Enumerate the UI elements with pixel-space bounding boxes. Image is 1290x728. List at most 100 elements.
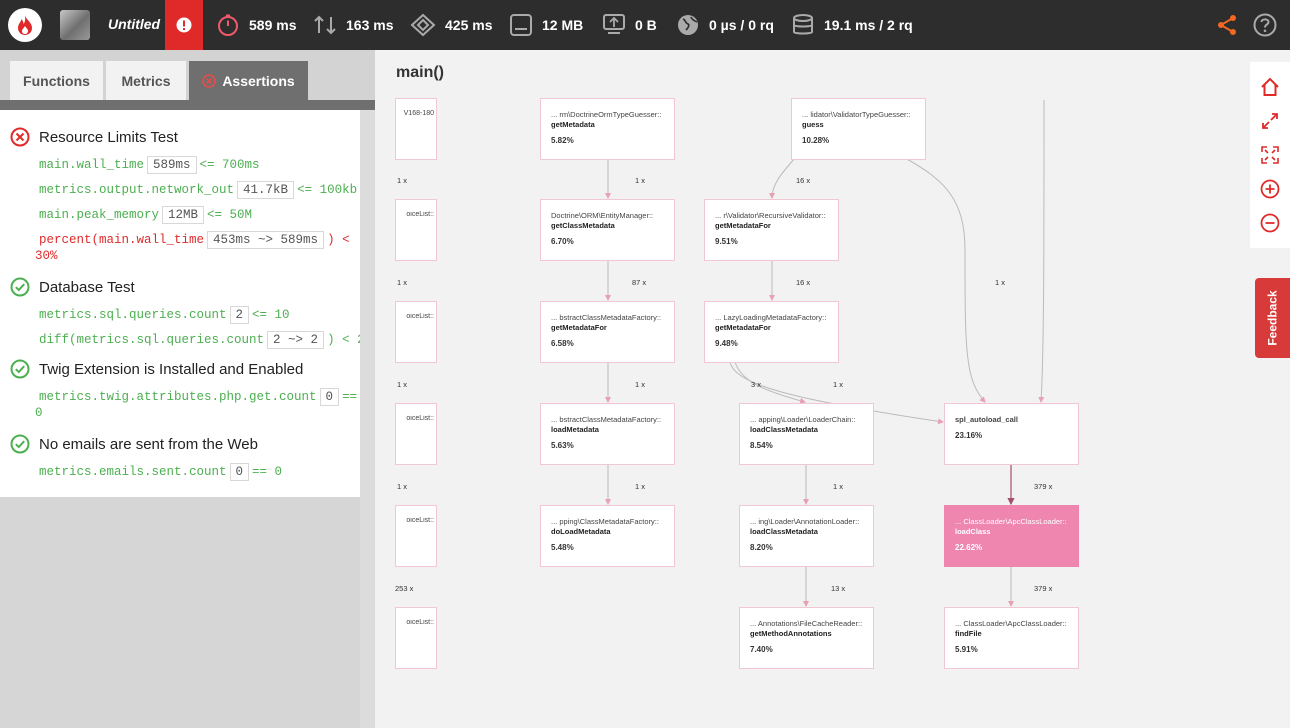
- cpu-time-metric[interactable]: 425 ms: [410, 0, 492, 50]
- zoom-in-button[interactable]: [1259, 178, 1281, 200]
- graph-node-hot[interactable]: ... ClassLoader\ApcClassLoader:: loadCla…: [944, 505, 1079, 567]
- wall-time-value: 589 ms: [249, 17, 297, 33]
- edge-label: 1 x: [635, 482, 646, 491]
- alert-button[interactable]: [165, 0, 203, 50]
- expand-button[interactable]: [1259, 110, 1281, 132]
- graph-edge: [1038, 99, 1045, 403]
- passed-icon: [10, 434, 30, 454]
- failed-icon: [10, 127, 30, 147]
- node-percent: 7.40%: [750, 645, 773, 654]
- home-button[interactable]: [1259, 76, 1281, 98]
- node-namespace: ... LazyLoadingMetadataFactory::: [715, 313, 827, 322]
- assertion-rule: <= 700ms: [199, 158, 260, 172]
- node-function: loadClassMetadata: [750, 527, 818, 536]
- feedback-button[interactable]: Feedback: [1255, 278, 1290, 358]
- graph-node[interactable]: oiceList::: [395, 505, 437, 567]
- wall-time-metric[interactable]: 589 ms: [216, 0, 296, 50]
- graph-node[interactable]: oiceList::: [395, 301, 437, 363]
- memory-metric[interactable]: 12 MB: [509, 0, 583, 50]
- http-metric[interactable]: 0 µs / 0 rq: [676, 0, 774, 50]
- metric-value: 41.7kB: [237, 181, 295, 199]
- node-namespace: oiceList::: [406, 517, 434, 524]
- node-namespace: oiceList::: [406, 313, 434, 320]
- assertion-rule: ==: [342, 390, 358, 404]
- graph-node[interactable]: oiceList::: [395, 403, 437, 465]
- cpu-icon: [410, 13, 436, 37]
- node-namespace: ... pping\ClassMetadataFactory::: [551, 517, 659, 526]
- assertion-line: metrics.twig.attributes.php.get.count 0 ==: [39, 388, 357, 406]
- help-button[interactable]: [1252, 12, 1278, 38]
- io-time-metric[interactable]: 163 ms: [313, 0, 393, 50]
- graph-node[interactable]: ... ing\Loader\AnnotationLoader:: loadCl…: [739, 505, 874, 567]
- passed-icon: [10, 277, 30, 297]
- network-icon: [603, 14, 625, 34]
- metric-value: 2: [229, 306, 250, 324]
- assertion-title: Twig Extension is Installed and Enabled: [39, 361, 304, 378]
- passed-icon: [10, 359, 30, 379]
- node-percent: 23.16%: [955, 431, 983, 440]
- zoom-out-icon: [1260, 213, 1280, 233]
- graph-node[interactable]: ... Annotations\FileCacheReader:: getMet…: [739, 607, 874, 669]
- database-icon: [793, 14, 813, 35]
- graph-node[interactable]: V168-180: [395, 98, 437, 160]
- graph-node[interactable]: ... lidator\ValidatorTypeGuesser:: guess…: [791, 98, 926, 160]
- edge-label: 253 x: [395, 584, 414, 593]
- call-graph[interactable]: main() V168-180 oiceList:: oiceList:: oi: [375, 50, 1290, 728]
- node-percent: 9.51%: [715, 237, 738, 246]
- graph-node[interactable]: ... LazyLoadingMetadataFactory:: getMeta…: [704, 301, 839, 363]
- share-button[interactable]: [1214, 12, 1240, 38]
- graph-node[interactable]: spl_autoload_call 23.16%: [944, 403, 1079, 465]
- metric-value: 2 ~> 2: [267, 331, 325, 349]
- node-namespace: ... rm\DoctrineOrmTypeGuesser::: [551, 110, 662, 119]
- sql-value: 19.1 ms / 2 rq: [824, 17, 913, 33]
- edge-label: 1 x: [397, 278, 408, 287]
- tab-metrics[interactable]: Metrics: [106, 61, 186, 100]
- assertion-line-wrap: 0: [35, 406, 43, 420]
- edge-label: 87 x: [632, 278, 647, 287]
- graph-node[interactable]: Doctrine\ORM\EntityManager:: getClassMet…: [540, 199, 675, 261]
- failed-icon: [202, 73, 217, 88]
- node-namespace: ... apping\Loader\LoaderChain::: [750, 415, 856, 424]
- graph-node[interactable]: ... bstractClassMetadataFactory:: loadMe…: [540, 403, 675, 465]
- metric-name: percent(main.wall_time: [39, 233, 205, 247]
- node-function: getClassMetadata: [551, 221, 615, 230]
- profile-title[interactable]: Untitled: [108, 16, 160, 32]
- edge-label: 1 x: [995, 278, 1006, 287]
- metric-name: main.wall_time: [39, 158, 145, 172]
- zoom-out-button[interactable]: [1259, 212, 1281, 234]
- tab-assertions-label: Assertions: [222, 72, 295, 89]
- edge-label: 1 x: [397, 380, 408, 389]
- node-function: loadClass: [955, 527, 991, 536]
- assertion-rule: == 0: [252, 465, 283, 479]
- node-namespace: ... ClassLoader\ApcClassLoader::: [955, 517, 1067, 526]
- network-metric[interactable]: 0 B: [602, 0, 657, 50]
- assertion-line: diff(metrics.sql.queries.count 2 ~> 2) < …: [39, 331, 360, 349]
- help-icon: [1253, 13, 1277, 37]
- globe-icon: [678, 15, 698, 35]
- user-avatar[interactable]: [60, 10, 90, 40]
- zoom-in-icon: [1260, 179, 1280, 199]
- graph-edge: [904, 157, 986, 403]
- fit-button[interactable]: [1259, 144, 1281, 166]
- graph-node[interactable]: ... rm\DoctrineOrmTypeGuesser:: getMetad…: [540, 98, 675, 160]
- metric-value: 589ms: [147, 156, 197, 174]
- sql-metric[interactable]: 19.1 ms / 2 rq: [791, 0, 913, 50]
- assertion-rule: ) <: [327, 233, 350, 247]
- graph-node[interactable]: ... pping\ClassMetadataFactory:: doLoadM…: [540, 505, 675, 567]
- tab-functions[interactable]: Functions: [10, 61, 103, 100]
- node-function: doLoadMetadata: [551, 527, 611, 536]
- graph-node[interactable]: ... ClassLoader\ApcClassLoader:: findFil…: [944, 607, 1079, 669]
- graph-node[interactable]: ... r\Validator\RecursiveValidator:: get…: [704, 199, 839, 261]
- graph-node[interactable]: ... bstractClassMetadataFactory:: getMet…: [540, 301, 675, 363]
- node-namespace: Doctrine\ORM\EntityManager::: [551, 211, 654, 220]
- panel-scrollbar[interactable]: [360, 110, 375, 728]
- graph-node[interactable]: ... apping\Loader\LoaderChain:: loadClas…: [739, 403, 874, 465]
- blackfire-logo[interactable]: [8, 8, 42, 42]
- assertion-rule: ) < 2: [327, 333, 360, 347]
- graph-node[interactable]: oiceList::: [395, 607, 437, 669]
- node-percent: 10.28%: [802, 136, 830, 145]
- tab-assertions[interactable]: Assertions: [189, 61, 308, 100]
- assertion-title: Resource Limits Test: [39, 129, 178, 146]
- graph-node[interactable]: oiceList::: [395, 199, 437, 261]
- node-percent: 5.48%: [551, 543, 574, 552]
